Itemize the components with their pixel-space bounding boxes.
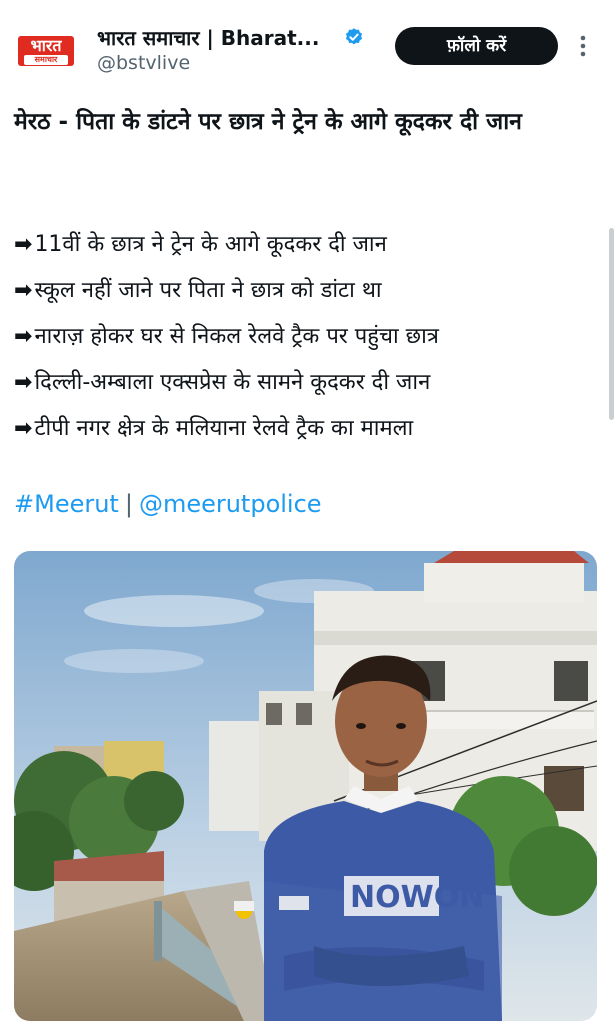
list-item: ➡स्कूल नहीं जाने पर पिता ने छात्र को डां… [14,268,594,314]
follow-button[interactable]: फ़ॉलो करें [395,27,558,65]
hashtag-link[interactable]: #Meerut [14,490,119,518]
verified-badge-icon [345,28,363,45]
list-item: ➡11वीं के छात्र ने ट्रेन के आगे कूदकर दी… [14,222,594,268]
arrow-icon: ➡ [14,324,33,349]
tag-separator: | [124,490,133,518]
author-display-name[interactable]: भारत समाचार | Bharat... [97,24,319,51]
bullet-text: स्कूल नहीं जाने पर पिता ने छात्र को डांट… [34,278,382,303]
list-item: ➡दिल्ली-अम्बाला एक्सप्रेस के सामने कूदकर… [14,360,594,406]
avatar[interactable]: भारत समाचार [18,36,74,66]
arrow-icon: ➡ [14,278,33,303]
list-item: ➡नाराज़ होकर घर से निकल रेलवे ट्रैक पर प… [14,314,594,360]
list-item: ➡टीपी नगर क्षेत्र के मलियाना रेलवे ट्रैक… [14,406,594,452]
post-view: भारत समाचार भारत समाचार | Bharat... @bst… [0,0,616,1024]
arrow-icon: ➡ [14,370,33,395]
post-header: भारत समाचार भारत समाचार | Bharat... @bst… [0,0,616,86]
arrow-icon: ➡ [14,232,33,257]
avatar-text-bottom: समाचार [24,55,68,65]
bullet-text: नाराज़ होकर घर से निकल रेलवे ट्रैक पर पह… [34,324,439,349]
sweatshirt-print-text: NOWON [350,880,484,915]
author-handle[interactable]: @bstvlive [97,52,190,74]
more-options-icon[interactable] [575,33,591,59]
bullet-list: ➡11वीं के छात्र ने ट्रेन के आगे कूदकर दी… [14,222,594,452]
photo-illustration: NOWON [14,551,597,1021]
post-title: मेरठ - पिता के डांटने पर छात्र ने ट्रेन … [14,109,522,135]
post-photo[interactable]: NOWON [14,551,597,1021]
bullet-text: टीपी नगर क्षेत्र के मलियाना रेलवे ट्रैक … [34,416,414,441]
bullet-text: 11वीं के छात्र ने ट्रेन के आगे कूदकर दी … [34,232,387,257]
avatar-text-top: भारत [30,36,62,55]
post-tags: #Meerut | @meerutpolice [14,486,322,522]
scrollbar[interactable] [609,228,614,420]
arrow-icon: ➡ [14,416,33,441]
bullet-text: दिल्ली-अम्बाला एक्सप्रेस के सामने कूदकर … [34,370,431,395]
mention-link[interactable]: @meerutpolice [139,490,322,518]
